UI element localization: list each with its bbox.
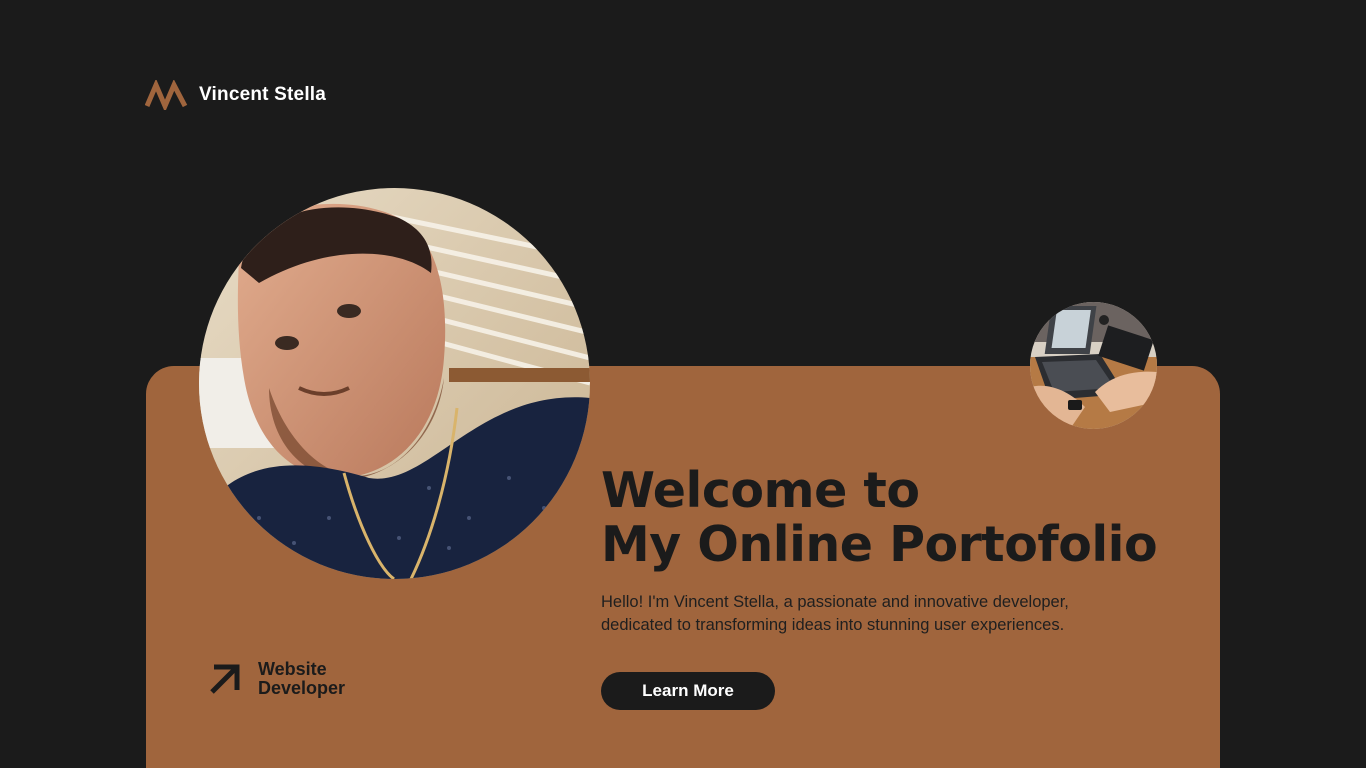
learn-more-button[interactable]: Learn More — [601, 672, 775, 710]
arrow-up-right-icon — [210, 664, 240, 694]
portfolio-page: Vincent Stella Welcome to My Online Port… — [0, 0, 1366, 768]
role-tagline: Website Developer — [208, 660, 345, 698]
role-text: Website Developer — [258, 660, 345, 698]
hero-intro-text: Hello! I'm Vincent Stella, a passionate … — [601, 591, 1161, 637]
workspace-laptop-image — [1030, 302, 1157, 429]
hero-heading-line1: Welcome to — [601, 462, 920, 519]
hero-heading-line2: My Online Portofolio — [601, 516, 1158, 573]
role-line2: Developer — [258, 678, 346, 698]
brand-home-link[interactable]: Vincent Stella — [145, 80, 326, 110]
hero-intro-line2: dedicated to transforming ideas into stu… — [601, 616, 1065, 634]
brand-logo-icon — [145, 80, 188, 110]
hero-intro-line1: Hello! I'm Vincent Stella, a passionate … — [601, 593, 1069, 611]
hero-heading: Welcome to My Online Portofolio — [601, 462, 1158, 573]
profile-portrait-image — [199, 188, 590, 579]
brand-name: Vincent Stella — [199, 84, 327, 105]
role-line1: Website — [258, 659, 327, 679]
